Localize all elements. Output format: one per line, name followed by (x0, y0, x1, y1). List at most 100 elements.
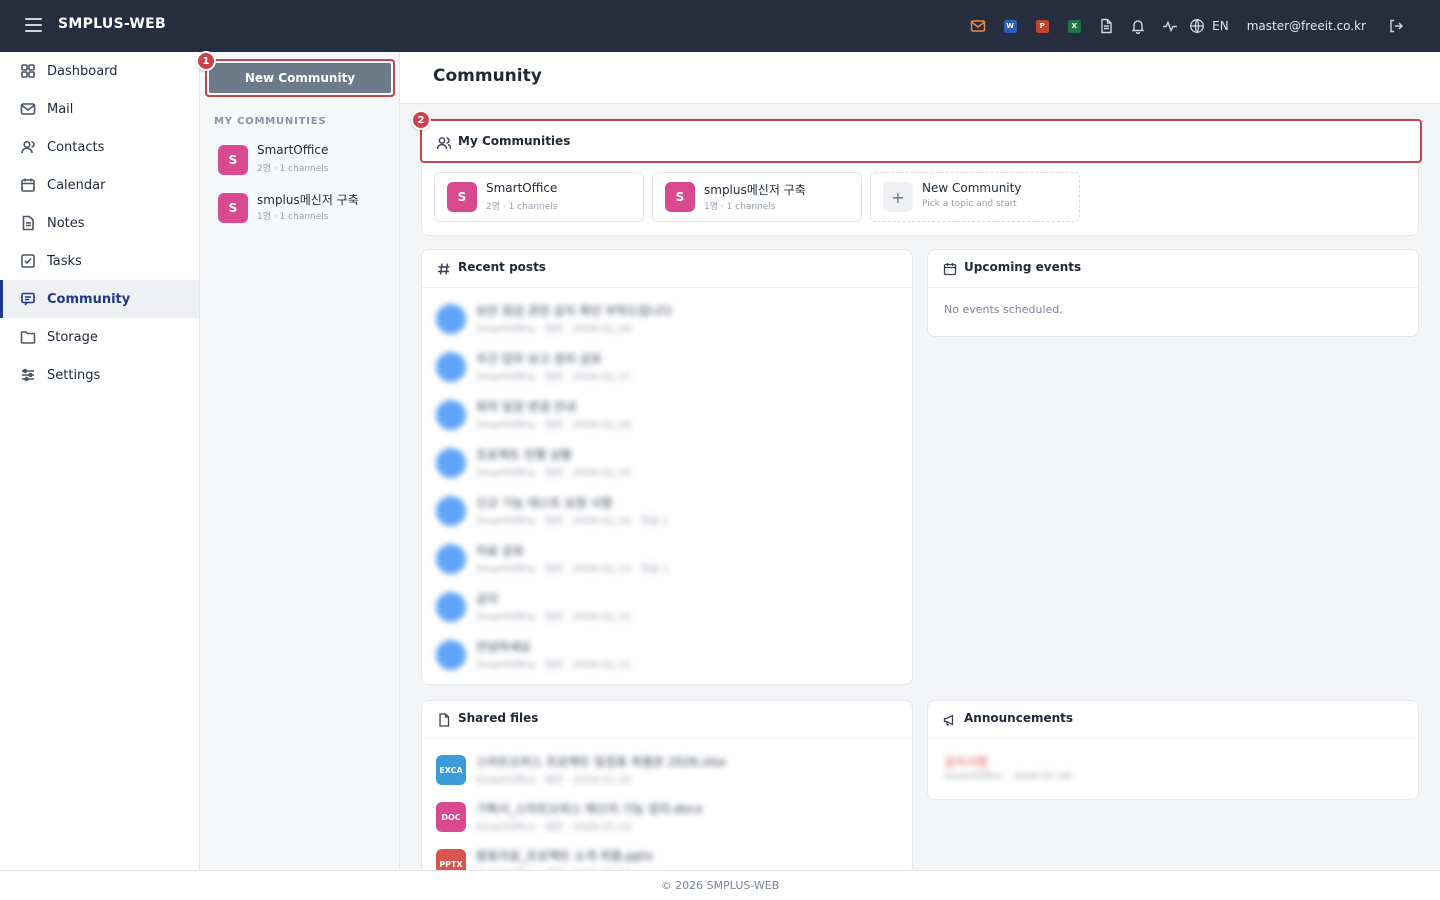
community-name: smplus메신저 구축 (257, 193, 359, 207)
page-header: Community (400, 52, 1440, 104)
sidebar-item-mail[interactable]: Mail (0, 90, 199, 128)
post-meta: SmartOffice · 일반 · 2026-01-26 (476, 420, 632, 431)
sidebar-item-label: Settings (47, 367, 101, 383)
my-communities-title: My Communities (458, 134, 571, 148)
sidebar-item-label: Community (47, 291, 131, 307)
bell-icon[interactable] (1122, 0, 1154, 52)
document-icon[interactable] (1090, 0, 1122, 52)
new-community-button[interactable]: New Community (209, 63, 391, 93)
panel-title: Recent posts (458, 260, 546, 274)
sidebar-item-label: Calendar (47, 177, 106, 193)
community-icon (21, 292, 35, 306)
language-selector[interactable]: EN (1212, 19, 1229, 33)
file-name: 기획서_스마트오피스 메신저 기능 정의.docx (476, 802, 703, 816)
new-community-highlight: New Community (205, 59, 395, 97)
post-title: 자료 공유 (476, 544, 524, 558)
avatar (436, 640, 466, 670)
post-title: 프로젝트 진행 상황 (476, 448, 572, 462)
post-meta: SmartOffice · 일반 · 2026-01-23 · 댓글 1 (476, 564, 669, 575)
community-card[interactable]: S smplus메신저 구축 1명 · 1 channels (652, 172, 862, 222)
community-name: smplus메신저 구축 (704, 183, 806, 197)
annotation-badge: 1 (196, 51, 216, 71)
sidebar-item-storage[interactable]: Storage (0, 318, 199, 356)
community-list-item[interactable]: S SmartOffice 2명 · 1 channels (218, 143, 388, 177)
my-communities-panel: My Communities S SmartOffice 2명 · 1 chan… (420, 118, 1422, 236)
post-item[interactable]: 공지 SmartOffice · 일반 · 2026-01-22 (436, 588, 896, 632)
community-avatar: S (665, 182, 695, 212)
app-brand[interactable]: SMPLUS-WEB (58, 16, 166, 32)
globe-icon[interactable] (1186, 0, 1208, 52)
sidebar-item-contacts[interactable]: Contacts (0, 128, 199, 166)
excel-file-icon: EXCA (436, 755, 466, 785)
avatar (436, 400, 466, 430)
sidebar-item-label: Notes (47, 215, 85, 231)
panel-header: Shared files (422, 701, 912, 739)
post-item[interactable]: 보안 점검 관련 공지 확인 부탁드립니다 SmartOffice · 일반 · … (436, 300, 896, 344)
excel-icon[interactable]: X (1058, 0, 1090, 52)
panel-header: Recent posts (422, 250, 912, 288)
post-title: 주간 업무 보고 정리 공유 (476, 352, 602, 366)
new-community-hint: Pick a topic and start (922, 199, 1017, 209)
post-item[interactable]: 프로젝트 진행 상황 SmartOffice · 일반 · 2026-01-25 (436, 444, 896, 488)
file-item[interactable]: DOC 기획서_스마트오피스 메신저 기능 정의.docx SmartOffic… (436, 798, 896, 842)
contacts-icon (21, 140, 35, 154)
file-name: 스마트오피스 프로젝트 일정표 최종본 2026.xlsx (476, 755, 727, 769)
avatar (436, 496, 466, 526)
sidebar-item-tasks[interactable]: Tasks (0, 242, 199, 280)
page-title: Community (433, 66, 542, 86)
my-communities-heading: MY COMMUNITIES (214, 116, 327, 127)
new-community-card[interactable]: + New Community Pick a topic and start (870, 172, 1080, 222)
sidebar-item-label: Tasks (47, 253, 82, 269)
logout-icon[interactable] (1380, 0, 1412, 52)
community-card[interactable]: S SmartOffice 2명 · 1 channels (434, 172, 644, 222)
top-bar-actions: W P X EN master@freeit.co.kr (962, 0, 1412, 52)
community-meta: 1명 · 1 channels (704, 202, 776, 212)
user-email[interactable]: master@freeit.co.kr (1247, 19, 1366, 33)
announcement-meta: SmartOffice · 2026-01-28 (944, 771, 1072, 782)
community-name: SmartOffice (486, 181, 558, 195)
sidebar-item-calendar[interactable]: Calendar (0, 166, 199, 204)
file-item[interactable]: EXCA 스마트오피스 프로젝트 일정표 최종본 2026.xlsx Smart… (436, 751, 896, 795)
sidebar-item-label: Storage (47, 329, 98, 345)
post-item[interactable]: 안녕하세요 SmartOffice · 일반 · 2026-01-21 (436, 636, 896, 680)
announcement-item[interactable]: 공지사항 SmartOffice · 2026-01-28 (944, 751, 1404, 795)
folder-icon (20, 331, 36, 344)
community-list-item[interactable]: S smplus메신저 구축 1명 · 1 channels (218, 191, 388, 225)
community-avatar: S (447, 182, 477, 212)
file-name: 발표자료_프로젝트 소개 최종.pptx (476, 849, 653, 863)
file-meta: SmartOffice · 일반 · 2026-01-19 (476, 822, 632, 833)
post-meta: SmartOffice · 일반 · 2026-01-24 · 댓글 2 (476, 516, 669, 527)
empty-state: No events scheduled. (944, 303, 1063, 316)
post-item[interactable]: 자료 공유 SmartOffice · 일반 · 2026-01-23 · 댓글 … (436, 540, 896, 584)
panel-header: Upcoming events (928, 250, 1418, 288)
main-content: Community My Communities S SmartOffice 2… (400, 52, 1440, 875)
avatar (436, 592, 466, 622)
avatar (436, 544, 466, 574)
sidebar-item-label: Mail (47, 101, 74, 117)
menu-icon[interactable] (25, 18, 42, 32)
sidebar-item-label: Dashboard (47, 63, 118, 79)
top-bar: SMPLUS-WEB W P X EN master@freeit.co.kr (0, 0, 1440, 52)
post-meta: SmartOffice · 일반 · 2026-01-28 (476, 324, 632, 335)
post-title: 회의 일정 변경 안내 (476, 400, 576, 414)
calendar-icon (21, 178, 35, 192)
post-item[interactable]: 신규 기능 테스트 요청 사항 SmartOffice · 일반 · 2026-0… (436, 492, 896, 536)
panel-header: Announcements (928, 701, 1418, 739)
mail-icon[interactable] (962, 0, 994, 52)
panel-title: Upcoming events (964, 260, 1082, 274)
panel-title: Announcements (964, 711, 1074, 725)
powerpoint-icon[interactable]: P (1026, 0, 1058, 52)
doc-file-icon: DOC (436, 802, 466, 832)
activity-icon[interactable] (1154, 0, 1186, 52)
post-meta: SmartOffice · 일반 · 2026-01-25 (476, 468, 632, 479)
word-icon[interactable]: W (994, 0, 1026, 52)
grid-icon (21, 64, 35, 78)
file-meta: SmartOffice · 일반 · 2026-01-20 (476, 775, 632, 786)
post-item[interactable]: 주간 업무 보고 정리 공유 SmartOffice · 일반 · 2026-01… (436, 348, 896, 392)
post-item[interactable]: 회의 일정 변경 안내 SmartOffice · 일반 · 2026-01-26 (436, 396, 896, 440)
annotation-badge: 2 (411, 110, 431, 130)
sidebar-item-settings[interactable]: Settings (0, 356, 199, 394)
sidebar-item-community[interactable]: Community (0, 280, 199, 318)
sidebar-item-notes[interactable]: Notes (0, 204, 199, 242)
sidebar-item-dashboard[interactable]: Dashboard (0, 52, 199, 90)
